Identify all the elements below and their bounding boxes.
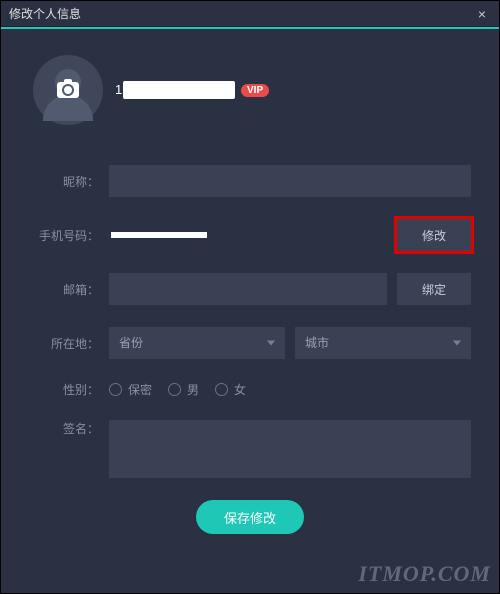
row-signature: 签名： — [29, 420, 471, 478]
camera-icon — [57, 82, 79, 98]
gender-option-male[interactable]: 男 — [168, 381, 199, 398]
signature-input[interactable] — [109, 420, 471, 478]
gender-option-label: 保密 — [128, 381, 152, 398]
gender-label: 性别： — [29, 381, 99, 398]
email-input[interactable] — [109, 273, 387, 305]
gender-radio-group: 保密 男 女 — [109, 381, 471, 398]
gender-option-female[interactable]: 女 — [215, 381, 246, 398]
phone-value — [109, 219, 387, 251]
user-meta: VIP — [123, 81, 269, 99]
radio-icon — [109, 383, 122, 396]
username-masked — [123, 81, 235, 99]
save-button[interactable]: 保存修改 — [196, 500, 304, 534]
gender-option-label: 男 — [187, 381, 199, 398]
city-select-wrap: 城市 — [295, 327, 471, 359]
row-gender: 性别： 保密 男 女 — [29, 381, 471, 398]
signature-label: 签名： — [29, 420, 99, 437]
avatar-upload[interactable] — [33, 55, 103, 125]
body: VIP 昵称： 手机号码： 修改 邮箱： 绑定 所在地： — [1, 29, 499, 544]
watermark: ITMOP.COM — [358, 561, 491, 587]
form: 昵称： 手机号码： 修改 邮箱： 绑定 所在地： 省份 — [29, 165, 471, 534]
row-location: 所在地： 省份 城市 — [29, 327, 471, 359]
city-select[interactable]: 城市 — [295, 327, 471, 359]
profile-header: VIP — [29, 55, 471, 125]
phone-label: 手机号码： — [29, 227, 99, 244]
province-select-wrap: 省份 — [109, 327, 285, 359]
gender-option-secret[interactable]: 保密 — [109, 381, 152, 398]
radio-icon — [215, 383, 228, 396]
row-phone: 手机号码： 修改 — [29, 219, 471, 251]
row-email: 邮箱： 绑定 — [29, 273, 471, 305]
profile-edit-window: 修改个人信息 × VIP 昵称： 手机号码： 修 — [0, 0, 500, 594]
bind-email-button[interactable]: 绑定 — [397, 273, 471, 305]
province-select[interactable]: 省份 — [109, 327, 285, 359]
location-label: 所在地： — [29, 335, 99, 352]
modify-phone-button[interactable]: 修改 — [397, 219, 471, 251]
nickname-input[interactable] — [109, 165, 471, 197]
email-label: 邮箱： — [29, 281, 99, 298]
nickname-label: 昵称： — [29, 173, 99, 190]
close-icon[interactable]: × — [473, 5, 491, 23]
form-footer: 保存修改 — [29, 500, 471, 534]
gender-option-label: 女 — [234, 381, 246, 398]
titlebar: 修改个人信息 × — [1, 1, 499, 27]
radio-icon — [168, 383, 181, 396]
window-title: 修改个人信息 — [9, 5, 473, 22]
row-nickname: 昵称： — [29, 165, 471, 197]
vip-badge: VIP — [241, 84, 269, 97]
